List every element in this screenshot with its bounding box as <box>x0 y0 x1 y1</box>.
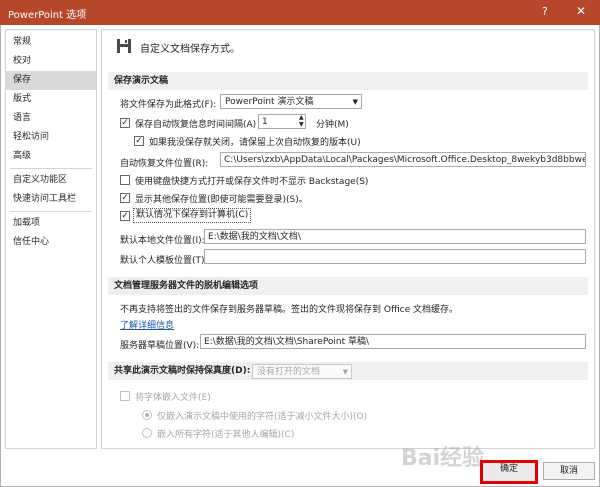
sidebar-item-quick-access-toolbar[interactable]: 快速访问工具栏 <box>6 190 96 209</box>
title-bar: PowerPoint 选项 ? ✕ <box>0 0 600 25</box>
sidebar-item-advanced[interactable]: 高级 <box>6 147 96 166</box>
save-disk-icon <box>117 39 131 53</box>
embed-used-chars-label: 仅嵌入演示文稿中使用的字符(适于减小文件大小)(O) <box>157 412 368 422</box>
section-header-save: 保存演示文稿 <box>108 72 588 90</box>
sidebar-item-addins[interactable]: 加载项 <box>6 214 96 233</box>
section-header-offline: 文档管理服务器文件的脱机编辑选项 <box>108 277 588 295</box>
no-backstage-label: 使用键盘快捷方式打开或保存文件时不显示 Backstage(S) <box>135 177 369 187</box>
window-title: PowerPoint 选项 <box>8 10 87 21</box>
chevron-down-icon: ▼ <box>352 98 358 106</box>
show-locations-checkbox[interactable]: ✓ <box>120 193 130 203</box>
keep-last-version-label: 如果我没保存就关闭，请保留上次自动恢复的版本(U) <box>149 138 361 148</box>
format-label: 将文件保存为此格式(F): <box>120 100 217 110</box>
keep-last-version-checkbox[interactable]: ✓ <box>134 136 144 146</box>
minutes-unit-label: 分钟(M) <box>316 120 349 130</box>
embed-used-chars-radio[interactable] <box>142 410 152 420</box>
sidebar-item-language[interactable]: 语言 <box>6 109 96 128</box>
help-button[interactable]: ? <box>542 5 548 18</box>
embed-all-chars-radio[interactable] <box>142 428 152 438</box>
template-location-label: 默认个人模板位置(T): <box>120 256 208 266</box>
autorecover-location-input[interactable]: C:\Users\zxb\AppData\Local\Packages\Micr… <box>220 152 586 167</box>
dialog-body: 常规 校对 保存 版式 语言 轻松访问 高级 自定义功能区 快速访问工具栏 加载… <box>0 25 600 487</box>
local-location-input[interactable]: E:\数据\我的文档\文档\ <box>204 229 586 244</box>
autorecover-location-label: 自动恢复文件位置(R): <box>120 159 209 169</box>
format-select-value: PowerPoint 演示文稿 <box>225 97 314 107</box>
no-backstage-checkbox[interactable] <box>120 175 130 185</box>
save-to-computer-checkbox[interactable]: ✓ <box>120 211 130 221</box>
sidebar: 常规 校对 保存 版式 语言 轻松访问 高级 自定义功能区 快速访问工具栏 加载… <box>5 29 97 449</box>
close-button[interactable]: ✕ <box>576 4 586 18</box>
fidelity-document-value: 没有打开的文档 <box>257 367 321 377</box>
sidebar-divider <box>10 211 92 212</box>
fidelity-document-select[interactable]: 没有打开的文档 ▼ <box>252 364 352 379</box>
spin-arrows-icon[interactable]: ▲ ▼ <box>299 114 304 128</box>
sidebar-item-accessibility[interactable]: 轻松访问 <box>6 128 96 147</box>
embed-fonts-label: 将字体嵌入文件(E) <box>135 393 211 403</box>
sidebar-item-customize-ribbon[interactable]: 自定义功能区 <box>6 171 96 190</box>
sidebar-item-trust-center[interactable]: 信任中心 <box>6 233 96 252</box>
ok-button[interactable]: 确定 <box>480 460 538 484</box>
drafts-location-label: 服务器草稿位置(V): <box>120 341 200 351</box>
sidebar-item-layout[interactable]: 版式 <box>6 90 96 109</box>
sidebar-item-save[interactable]: 保存 <box>6 71 96 90</box>
autosave-checkbox[interactable]: ✓ <box>120 118 130 128</box>
show-locations-label: 显示其他保存位置(即使可能需要登录)(S)。 <box>135 195 308 205</box>
page-title: 自定义文档保存方式。 <box>140 44 240 55</box>
embed-fonts-checkbox[interactable] <box>120 391 130 401</box>
cancel-button[interactable]: 取消 <box>543 462 595 480</box>
format-select[interactable]: PowerPoint 演示文稿 ▼ <box>220 94 362 109</box>
content-panel: 自定义文档保存方式。 保存演示文稿 将文件保存为此格式(F): PowerPoi… <box>101 29 595 449</box>
watermark: Bai经验 <box>401 446 485 471</box>
offline-description: 不再支持将签出的文件保存到服务器草稿。签出的文件现将保存到 Office 文档缓… <box>120 305 458 315</box>
learn-more-link[interactable]: 了解详细信息 <box>120 318 174 331</box>
embed-all-chars-label: 嵌入所有字符(适于其他人编辑)(C) <box>157 430 295 440</box>
template-location-input[interactable] <box>204 249 586 264</box>
sidebar-divider <box>10 168 92 169</box>
autosave-label: 保存自动恢复信息时间间隔(A) <box>135 120 257 130</box>
sidebar-item-proofing[interactable]: 校对 <box>6 52 96 71</box>
save-to-computer-label: 默认情况下保存到计算机(C) <box>133 208 252 223</box>
fidelity-title: 共享此演示文稿时保持保真度(D): <box>114 366 251 376</box>
autosave-minutes-value: 1 <box>262 117 268 127</box>
sidebar-item-general[interactable]: 常规 <box>6 33 96 52</box>
drafts-location-input[interactable]: E:\数据\我的文档\文档\SharePoint 草稿\ <box>200 334 586 349</box>
chevron-down-icon: ▼ <box>342 368 348 376</box>
local-location-label: 默认本地文件位置(I): <box>120 236 205 246</box>
